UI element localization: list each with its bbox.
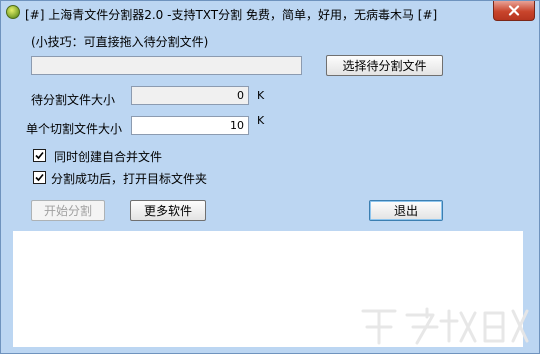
- select-file-button[interactable]: 选择待分割文件: [326, 55, 443, 76]
- checkmark-icon: [35, 151, 44, 160]
- close-button[interactable]: [493, 1, 535, 21]
- create-merge-label: 同时创建自合并文件: [54, 150, 163, 164]
- file-size-unit: K: [257, 89, 265, 102]
- window-title: [#] 上海青文件分割器2.0 -支持TXT分割 免费，简单，好用，无病毒木马 …: [25, 8, 438, 22]
- more-software-button[interactable]: 更多软件: [130, 200, 206, 221]
- close-icon: [508, 5, 520, 16]
- chunk-size-unit: K: [257, 114, 265, 127]
- app-window: [#] 上海青文件分割器2.0 -支持TXT分割 免费，简单，好用，无病毒木马 …: [0, 0, 540, 354]
- watermark-logo: [361, 307, 529, 345]
- title-bar[interactable]: [#] 上海青文件分割器2.0 -支持TXT分割 免费，简单，好用，无病毒木马 …: [1, 1, 539, 25]
- open-folder-checkbox[interactable]: [33, 171, 46, 184]
- chunk-size-input[interactable]: 10: [131, 116, 249, 135]
- app-icon[interactable]: [6, 5, 20, 19]
- exit-button[interactable]: 退出: [369, 200, 443, 221]
- checkmark-icon: [35, 173, 44, 182]
- tip-text: (小技巧：可直接拖入待分割文件): [31, 35, 209, 49]
- chunk-size-label: 单个切割文件大小: [26, 122, 123, 136]
- file-size-label: 待分割文件大小: [31, 93, 116, 107]
- file-path-field[interactable]: [31, 56, 302, 75]
- start-split-button[interactable]: 开始分割: [31, 200, 105, 221]
- create-merge-checkbox[interactable]: [33, 149, 46, 162]
- open-folder-label: 分割成功后，打开目标文件夹: [51, 172, 208, 186]
- file-size-field: 0: [131, 86, 249, 105]
